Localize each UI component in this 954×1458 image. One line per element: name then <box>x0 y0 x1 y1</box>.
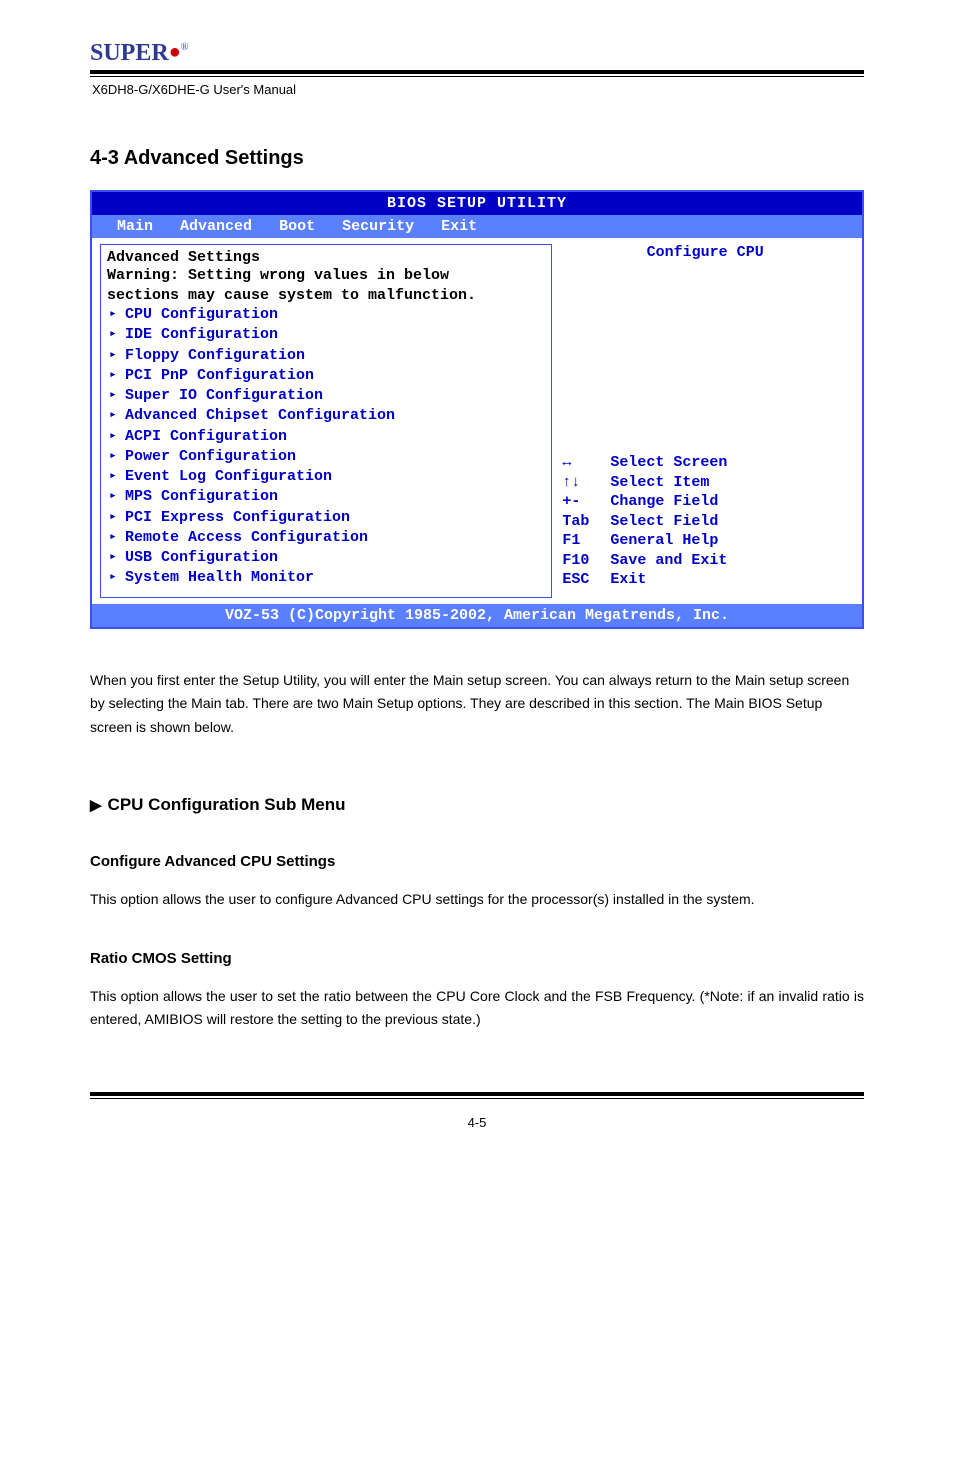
key-esc: ESC <box>562 570 600 590</box>
menu-system-health-monitor[interactable]: System Health Monitor <box>107 568 545 588</box>
triangle-icon: ▶ <box>90 797 102 814</box>
menu-super-io-configuration[interactable]: Super IO Configuration <box>107 386 545 406</box>
menu-cpu-configuration[interactable]: CPU Configuration <box>107 305 545 325</box>
warning-line-2: sections may cause system to malfunction… <box>107 286 545 306</box>
menu-usb-configuration[interactable]: USB Configuration <box>107 548 545 568</box>
setting-description-2: This option allows the user to set the r… <box>90 985 864 1033</box>
menu-remote-access-configuration[interactable]: Remote Access Configuration <box>107 528 545 548</box>
help-general-help: General Help <box>610 531 848 551</box>
tab-advanced[interactable]: Advanced <box>180 218 252 235</box>
warning-line-1: Warning: Setting wrong values in below <box>107 266 545 286</box>
header-rule-thick <box>90 70 864 74</box>
help-select-screen: Select Screen <box>610 453 848 473</box>
menu-pci-express-configuration[interactable]: PCI Express Configuration <box>107 508 545 528</box>
menu-event-log-configuration[interactable]: Event Log Configuration <box>107 467 545 487</box>
menu-floppy-configuration[interactable]: Floppy Configuration <box>107 346 545 366</box>
setting-description-1: This option allows the user to configure… <box>90 888 864 912</box>
section-heading: 4-3 Advanced Settings <box>90 147 864 170</box>
footer-rule-thick <box>90 1092 864 1096</box>
footer-rule-thin <box>90 1098 864 1099</box>
page-number: 4-5 <box>90 1115 864 1130</box>
explain-paragraph: When you first enter the Setup Utility, … <box>90 669 864 740</box>
help-exit: Exit <box>610 570 848 590</box>
key-f1: F1 <box>562 531 600 551</box>
bios-title-bar: BIOS SETUP UTILITY <box>92 192 862 215</box>
setting-heading-1: Configure Advanced CPU Settings <box>90 853 864 870</box>
advanced-settings-heading: Advanced Settings <box>107 249 545 266</box>
menu-mps-configuration[interactable]: MPS Configuration <box>107 487 545 507</box>
sub-heading: ▶CPU Configuration Sub Menu <box>90 795 864 815</box>
help-save-exit: Save and Exit <box>610 551 848 571</box>
bios-tab-bar: Main Advanced Boot Security Exit <box>92 215 862 238</box>
bios-key-help: ↔ Select Screen ↑↓ Select Item +- Change… <box>562 453 848 590</box>
menu-ide-configuration[interactable]: IDE Configuration <box>107 325 545 345</box>
setting-heading-2: Ratio CMOS Setting <box>90 950 864 967</box>
menu-power-configuration[interactable]: Power Configuration <box>107 447 545 467</box>
key-arrow-lr-icon: ↔ <box>562 453 600 473</box>
key-plus-minus: +- <box>562 492 600 512</box>
bios-window: BIOS SETUP UTILITY Main Advanced Boot Se… <box>90 190 864 629</box>
tab-exit[interactable]: Exit <box>441 218 477 235</box>
logo: SUPER●® <box>90 40 864 67</box>
tab-boot[interactable]: Boot <box>279 218 315 235</box>
help-change-field: Change Field <box>610 492 848 512</box>
bios-copyright: VOZ-53 (C)Copyright 1985-2002, American … <box>92 604 862 627</box>
key-arrow-ud-icon: ↑↓ <box>562 473 600 493</box>
tab-security[interactable]: Security <box>342 218 414 235</box>
key-f10: F10 <box>562 551 600 571</box>
bios-right-panel: Configure CPU ↔ Select Screen ↑↓ Select … <box>552 244 854 598</box>
help-select-item: Select Item <box>610 473 848 493</box>
document-title: X6DH8-G/X6DHE-G User's Manual <box>92 82 864 97</box>
bios-left-panel: Advanced Settings Warning: Setting wrong… <box>100 244 552 598</box>
menu-acpi-configuration[interactable]: ACPI Configuration <box>107 427 545 447</box>
help-select-field: Select Field <box>610 512 848 532</box>
header-rule-thin <box>90 76 864 77</box>
tab-main[interactable]: Main <box>117 218 153 235</box>
menu-pci-pnp-configuration[interactable]: PCI PnP Configuration <box>107 366 545 386</box>
bios-context-help: Configure CPU <box>562 244 848 453</box>
key-tab: Tab <box>562 512 600 532</box>
menu-advanced-chipset-configuration[interactable]: Advanced Chipset Configuration <box>107 406 545 426</box>
